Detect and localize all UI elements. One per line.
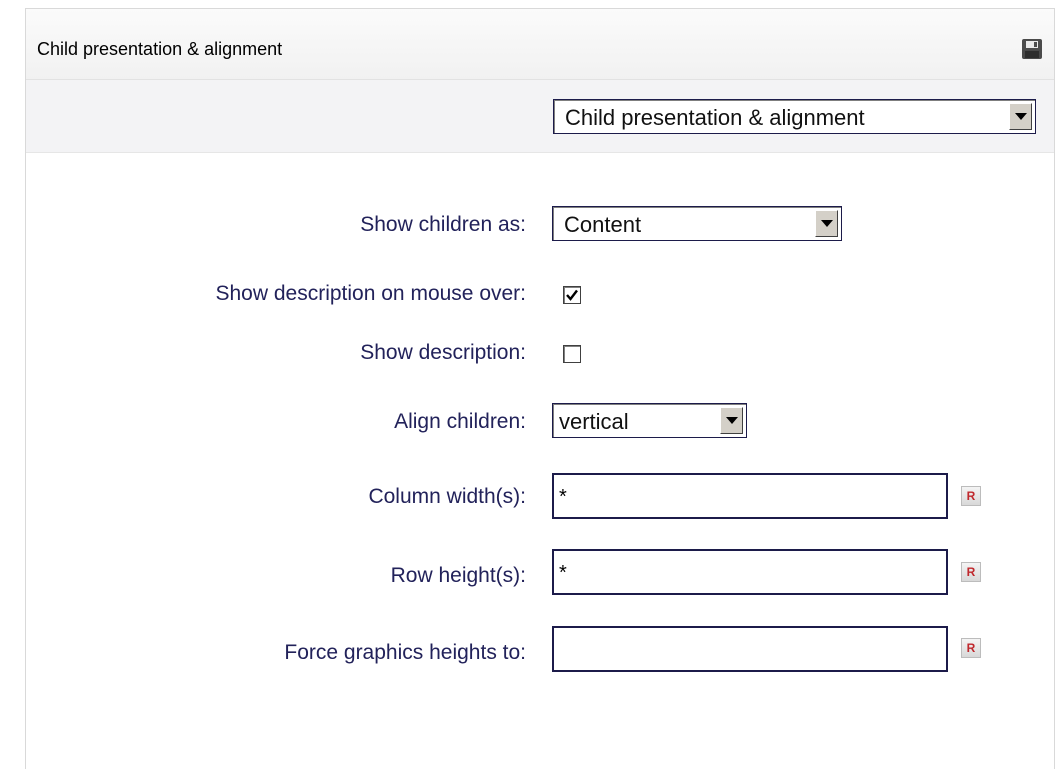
show-description-label: Show description: [360,341,526,364]
align-children-select[interactable]: vertical [552,403,747,438]
panel-header: Child presentation & alignment [26,9,1054,80]
row-heights-reset-button[interactable]: R [961,562,981,582]
row-heights-label: Row height(s): [390,564,526,587]
chevron-down-icon[interactable] [720,407,743,434]
section-select-value: Child presentation & alignment [565,105,865,130]
chevron-down-icon[interactable] [1009,103,1032,130]
row-heights-input[interactable] [552,549,948,595]
show-description-mouse-over-label: Show description on mouse over: [215,282,527,305]
show-children-as-select[interactable]: Content [552,206,842,241]
show-children-as-label: Show children as: [360,213,526,236]
align-children-value: vertical [559,409,629,434]
show-description-checkbox[interactable] [563,345,581,363]
panel-title: Child presentation & alignment [37,39,283,59]
chevron-down-icon[interactable] [815,210,838,237]
column-widths-reset-button[interactable]: R [961,486,981,506]
column-widths-input[interactable] [552,473,948,519]
force-graphics-heights-label: Force graphics heights to: [284,641,526,664]
floppy-disk-icon[interactable] [1021,38,1043,60]
force-graphics-heights-input[interactable] [552,626,948,672]
checkmark-icon [566,289,578,301]
show-description-mouse-over-checkbox[interactable] [563,286,581,304]
force-graphics-heights-reset-button[interactable]: R [961,638,981,658]
show-children-as-value: Content [564,212,642,237]
column-widths-label: Column width(s): [368,485,526,508]
section-select[interactable]: Child presentation & alignment [553,99,1036,134]
panel-toolbar: Child presentation & alignment [26,80,1054,153]
align-children-label: Align children: [394,410,526,433]
